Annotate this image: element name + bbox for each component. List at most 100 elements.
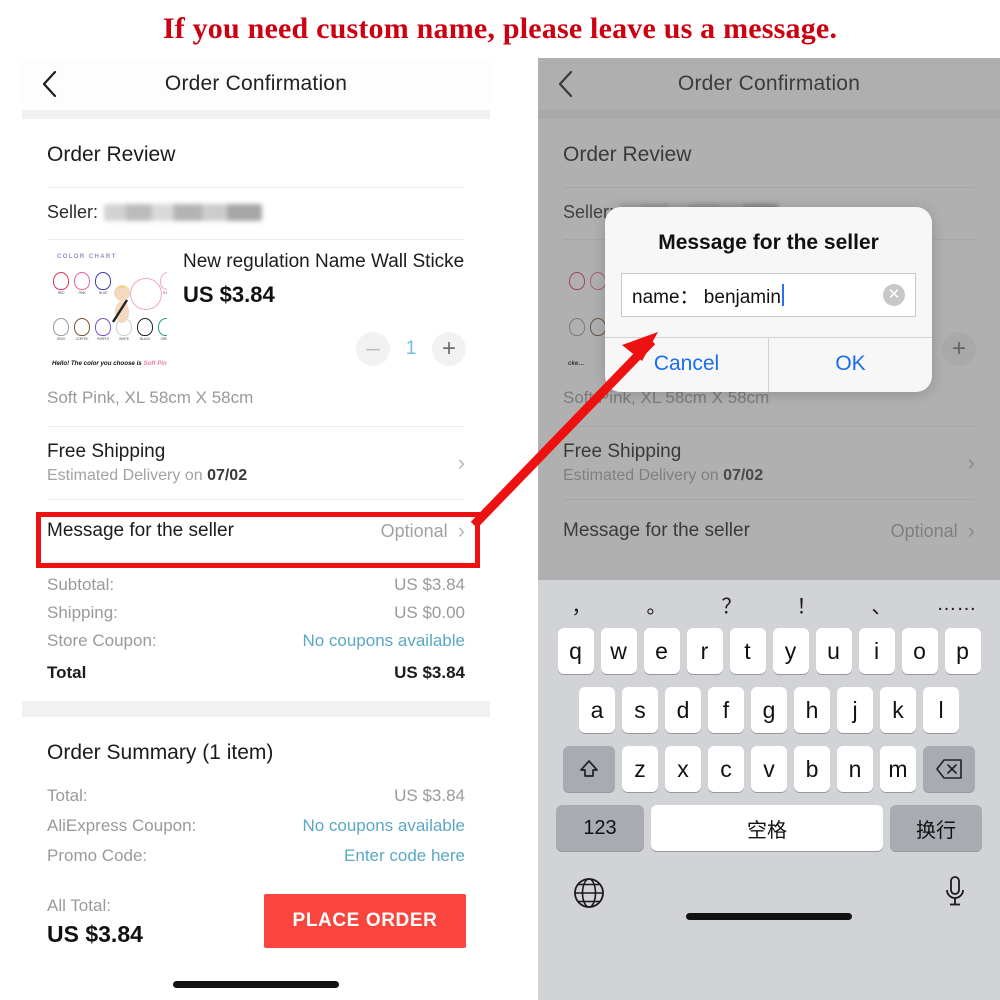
space-key[interactable]: 空格 <box>651 805 883 851</box>
keyboard-row-3: zxcvbnm <box>542 746 996 792</box>
keyboard-key-rows: qwertyuiop asdfghjkl zxcvbnm 123 空格 换行 <box>538 628 1000 851</box>
order-summary-card: Order Summary (1 item) Total: US $3.84 Ali… <box>22 717 490 871</box>
home-indicator <box>173 981 339 988</box>
promo-banner: If you need custom name, please leave us… <box>162 12 838 45</box>
left-page-title: Order Confirmation <box>164 72 348 95</box>
key-n[interactable]: n <box>837 746 873 792</box>
summary-label: AliExpress Coupon: <box>47 816 197 835</box>
total-value: US $3.84 <box>394 575 465 594</box>
key-j[interactable]: j <box>837 687 873 733</box>
thumb-color-chart-title: COLOR CHART <box>57 254 117 260</box>
backspace-icon[interactable] <box>923 746 975 792</box>
key-l[interactable]: l <box>923 687 959 733</box>
key-a[interactable]: a <box>579 687 615 733</box>
key-s[interactable]: s <box>622 687 658 733</box>
summary-row[interactable]: AliExpress Coupon: No coupons available <box>22 811 490 841</box>
order-summary-rows: Total: US $3.84 AliExpress Coupon: No coupo… <box>22 781 490 871</box>
chevron-right-icon: › <box>457 450 465 475</box>
key-e[interactable]: e <box>643 628 680 674</box>
summary-value: US $3.84 <box>394 786 465 805</box>
key-y[interactable]: y <box>772 628 809 674</box>
thumb-footer-caption: Hello! The color you choose is Soft Pink <box>52 360 167 367</box>
screenshot-root: If you need custom name, please leave us… <box>0 0 1000 1000</box>
dialog-ok-button[interactable]: OK <box>769 338 932 392</box>
product-thumbnail[interactable]: COLOR CHART RED PINK BLUE S.PINK GRAY CO… <box>47 250 167 370</box>
summary-label: Total: <box>47 786 88 805</box>
quantity-increase-button[interactable]: + <box>432 332 466 366</box>
dialog-actions: Cancel OK <box>605 337 932 392</box>
section-gap-band <box>22 701 490 717</box>
punctuation-key[interactable]: 。 <box>619 590 694 619</box>
left-footer-bar: All Total: US $3.84 PLACE ORDER <box>22 882 490 1000</box>
message-input-value[interactable]: name： benjamin <box>622 282 781 309</box>
right-phone-screen: Order Confirmation Order Review Seller: <box>538 58 1000 1000</box>
key-v[interactable]: v <box>751 746 787 792</box>
summary-label: Promo Code: <box>47 846 148 865</box>
key-p[interactable]: p <box>944 628 981 674</box>
punctuation-key[interactable]: ？ <box>694 590 769 619</box>
product-price: US $3.84 <box>183 281 275 307</box>
total-row: Total US $3.84 <box>47 655 465 687</box>
keyboard-bottom-bar <box>538 864 1000 934</box>
total-row: Subtotal: US $3.84 <box>47 571 465 599</box>
product-row[interactable]: COLOR CHART RED PINK BLUE S.PINK GRAY CO… <box>22 240 490 370</box>
key-q[interactable]: q <box>557 628 594 674</box>
place-order-button[interactable]: PLACE ORDER <box>264 894 466 948</box>
punctuation-key[interactable]: ！ <box>769 590 844 619</box>
seller-name-blurred <box>104 204 263 221</box>
all-total-label: All Total: <box>47 896 111 915</box>
punctuation-key[interactable]: …… <box>919 593 994 616</box>
left-nav-separator <box>22 110 490 119</box>
summary-row[interactable]: Promo Code: Enter code here <box>22 841 490 871</box>
quantity-stepper[interactable]: – 1 + <box>356 332 466 366</box>
punctuation-key[interactable]: 、 <box>844 590 919 619</box>
shipping-row[interactable]: Free Shipping Estimated Delivery on 07/0… <box>22 427 490 499</box>
key-u[interactable]: u <box>815 628 852 674</box>
dialog-title: Message for the seller <box>658 231 879 254</box>
dialog-input-wrapper[interactable]: name： benjamin ✕ <box>621 273 916 317</box>
key-z[interactable]: z <box>622 746 658 792</box>
all-total-block: All Total: US $3.84 <box>47 896 143 948</box>
summary-row: Total: US $3.84 <box>22 781 490 811</box>
key-i[interactable]: i <box>858 628 895 674</box>
home-indicator <box>686 913 852 920</box>
all-total-value: US $3.84 <box>47 921 143 947</box>
keyboard-punctuation-row[interactable]: ，。？！、…… <box>538 580 1000 628</box>
return-key[interactable]: 换行 <box>890 805 982 851</box>
total-row[interactable]: Store Coupon: No coupons available <box>47 627 465 655</box>
microphone-icon[interactable] <box>942 874 968 915</box>
clear-circle-icon[interactable]: ✕ <box>883 284 905 306</box>
key-b[interactable]: b <box>794 746 830 792</box>
total-label: Shipping: <box>47 603 118 622</box>
summary-value[interactable]: Enter code here <box>344 846 465 866</box>
total-label: Total <box>47 663 87 682</box>
dialog-cancel-button[interactable]: Cancel <box>605 338 769 392</box>
punctuation-key[interactable]: ， <box>544 590 619 619</box>
shipping-subtitle: Estimated Delivery on 07/02 <box>47 467 248 484</box>
key-c[interactable]: c <box>708 746 744 792</box>
key-h[interactable]: h <box>794 687 830 733</box>
key-k[interactable]: k <box>880 687 916 733</box>
key-d[interactable]: d <box>665 687 701 733</box>
key-m[interactable]: m <box>880 746 916 792</box>
key-g[interactable]: g <box>751 687 787 733</box>
total-label: Store Coupon: <box>47 631 157 650</box>
key-x[interactable]: x <box>665 746 701 792</box>
key-o[interactable]: o <box>901 628 938 674</box>
key-t[interactable]: t <box>729 628 766 674</box>
totals-list: Subtotal: US $3.84 Shipping: US $0.00 Store … <box>22 563 490 701</box>
key-f[interactable]: f <box>708 687 744 733</box>
summary-value[interactable]: No coupons available <box>302 816 465 836</box>
keyboard-row-1: qwertyuiop <box>542 628 996 674</box>
total-value[interactable]: No coupons available <box>302 631 465 651</box>
shift-arrow-icon[interactable] <box>563 746 615 792</box>
message-for-seller-dialog: Message for the seller name： benjamin ✕ … <box>605 207 932 392</box>
left-order-review-card: Order Review Seller: COLOR CHART RED PIN… <box>22 119 490 701</box>
quantity-decrease-button[interactable]: – <box>356 332 390 366</box>
order-summary-heading: Order Summary (1 item) <box>47 741 274 764</box>
product-name: New regulation Name Wall Sticke… <box>183 251 465 272</box>
key-r[interactable]: r <box>686 628 723 674</box>
key-w[interactable]: w <box>600 628 637 674</box>
numeric-mode-key[interactable]: 123 <box>556 805 644 851</box>
globe-icon[interactable] <box>572 876 606 915</box>
